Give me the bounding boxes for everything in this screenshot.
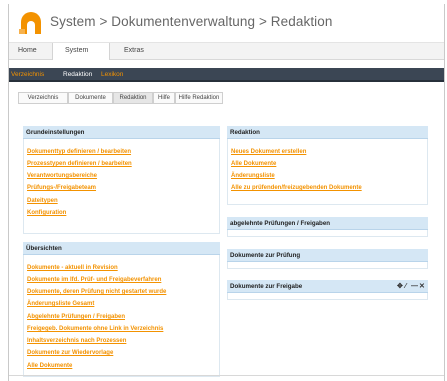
link-aenderungsliste[interactable]: Änderungsliste [231,173,275,179]
tab-dokumente[interactable]: Dokumente [68,92,113,104]
link-alle-dokumente-uebersicht[interactable]: Alle Dokumente [27,363,72,369]
panel-zur-pruefung [227,262,428,269]
panel-zur-freigabe-label: Dokumente zur Freigabe [230,283,303,290]
link-pruefung-nicht-gestartet[interactable]: Dokumente, deren Prüfung nicht gestartet… [27,289,166,295]
tab-bar: Verzeichnis Dokumente Redaktion Hilfe Hi… [9,92,444,106]
main-nav-system[interactable]: System [65,47,88,54]
link-alle-dokumente[interactable]: Alle Dokumente [231,161,276,167]
tab-hilfe-redaktion[interactable]: Hilfe Redaktion [175,92,223,104]
tab-verzeichnis[interactable]: Verzeichnis [18,92,68,104]
panel-zur-freigabe [227,293,428,300]
link-abgelehnte-pruefungen[interactable]: Abgelehnte Prüfungen / Freigaben [27,314,125,320]
minimize-icon[interactable]: — [411,280,418,293]
sub-nav-verzeichnis[interactable]: Verzeichnis [11,71,44,78]
panel-uebersichten: Dokumente - aktuell in Revision Dokument… [23,255,220,377]
link-dateitypen[interactable]: Dateitypen [27,198,58,204]
footer-divider [9,375,444,376]
link-neues-dokument[interactable]: Neues Dokument erstellen [231,149,306,155]
panel-abgelehnte [227,230,428,237]
sub-nav-lexikon[interactable]: Lexikon [101,71,123,78]
main-nav-extras[interactable]: Extras [124,47,144,54]
main-nav: Home System Extras [9,42,444,60]
tab-hilfe[interactable]: Hilfe [153,92,175,104]
edit-icon[interactable]: ⁄ [405,280,406,293]
link-zu-pruefende-dokumente[interactable]: Alle zu prüfenden/freizugebenden Dokumen… [231,185,362,191]
tab-redaktion[interactable]: Redaktion [113,92,153,104]
panel-grundeinstellungen: Dokumenttyp definieren / bearbeiten Proz… [23,139,220,234]
panel-zur-freigabe-title: Dokumente zur Freigabe ✥ ⁄ — ✕ [227,280,428,293]
link-aktuell-in-revision[interactable]: Dokumente - aktuell in Revision [27,265,118,271]
header: System > Dokumentenverwaltung > Redaktio… [9,4,444,42]
link-lfd-pruef-freigabe[interactable]: Dokumente im lfd. Prüf- und Freigabeverf… [27,277,161,283]
panel-uebersichten-title: Übersichten [23,242,220,255]
page-title: System > Dokumentenverwaltung > Redaktio… [50,14,333,29]
panel-grundeinstellungen-title: Grundeinstellungen [23,126,220,139]
link-wiedervorlage[interactable]: Dokumente zur Wiedervorlage [27,350,113,356]
link-aenderungsliste-gesamt[interactable]: Änderungsliste Gesamt [27,301,94,307]
link-inhaltsverzeichnis[interactable]: Inhaltsverzeichnis nach Prozessen [27,338,126,344]
sub-nav-redaktion[interactable]: Redaktion [63,71,92,78]
link-pruefungs-freigabeteam[interactable]: Prüfungs-/Freigabeteam [27,185,96,191]
close-icon[interactable]: ✕ [419,280,425,293]
link-prozesstypen[interactable]: Prozesstypen definieren / bearbeiten [27,161,132,167]
main-nav-home[interactable]: Home [18,47,37,54]
link-dokumenttyp[interactable]: Dokumenttyp definieren / bearbeiten [27,149,131,155]
app-frame: System > Dokumentenverwaltung > Redaktio… [8,4,445,381]
link-konfiguration[interactable]: Konfiguration [27,210,66,216]
panel-abgelehnte-title: abgelehnte Prüfungen / Freigaben [227,217,428,230]
link-verantwortungsbereiche[interactable]: Verantwortungsbereiche [27,173,97,179]
sub-nav: Verzeichnis Redaktion Lexikon [9,68,444,82]
brand-logo-icon [19,12,41,34]
panel-zur-pruefung-title: Dokumente zur Prüfung [227,249,428,262]
link-freigegeben-ohne-link[interactable]: Freigegeb. Dokumente ohne Link in Verzei… [27,326,163,332]
move-icon[interactable]: ✥ [397,280,403,293]
panel-redaktion-title: Redaktion [227,126,428,139]
panel-redaktion: Neues Dokument erstellen Alle Dokumente … [227,139,428,205]
